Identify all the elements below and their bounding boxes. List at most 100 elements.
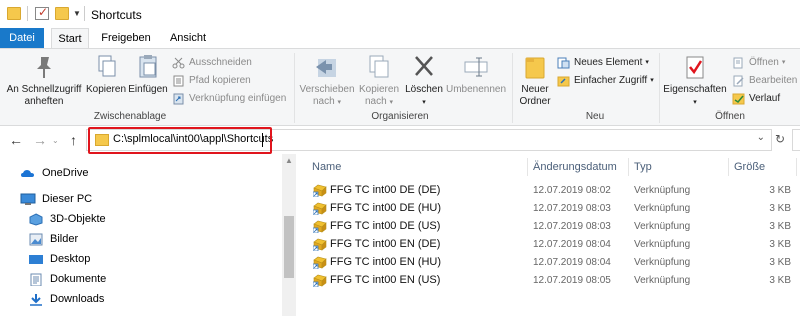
3d-objects-icon [28,212,44,226]
new-item-button[interactable]: Neues Element ▾ [557,55,649,70]
nav-item-desktop[interactable]: Desktop [28,250,90,268]
file-type: Verknüpfung [634,221,691,232]
divider[interactable] [728,158,729,176]
table-row[interactable]: FFG TC int00 DE (HU) 12.07.2019 08:03 Verk… [296,200,800,217]
search-input[interactable] [792,129,800,151]
move-to-button[interactable]: Verschieben nach ▾ [298,53,356,109]
table-row[interactable]: FFG TC int00 EN (US) 12.07.2019 08:05 Verk… [296,272,800,289]
file-list: Name Änderungsdatum Typ Größe FFG TC int… [296,154,800,316]
column-header-date[interactable]: Änderungsdatum [533,158,617,176]
tab-datei[interactable]: Datei [0,28,44,48]
table-row[interactable]: FFG TC int00 DE (US) 12.07.2019 08:03 Verk… [296,218,800,235]
file-date: 12.07.2019 08:02 [533,185,611,196]
table-row[interactable]: FFG TC int00 EN (DE) 12.07.2019 08:04 Verk… [296,236,800,253]
file-name[interactable]: FFG TC int00 EN (US) [330,272,440,289]
nav-item-downloads[interactable]: Downloads [28,290,104,308]
scissors-icon [172,57,185,69]
edit-button[interactable]: Bearbeiten [732,73,797,88]
file-name[interactable]: FFG TC int00 EN (DE) [330,236,440,253]
column-header-size[interactable]: Größe [734,158,765,176]
divider[interactable] [628,158,629,176]
tab-freigeben[interactable]: Freigeben [96,28,156,48]
navigation-pane: OneDrive Dieser PC 3D-Objekte Bilder Des… [0,154,296,316]
divider[interactable] [527,158,528,176]
pin-quick-access-button[interactable]: An Schnellzugriff anheften [4,53,84,108]
paste-shortcut-button[interactable]: Verknüpfung einfügen [172,91,286,106]
rename-button[interactable]: Umbenennen [445,53,507,96]
new-folder-label: Neuer Ordner [519,84,551,107]
file-name[interactable]: FFG TC int00 DE (DE) [330,182,440,199]
file-name[interactable]: FFG TC int00 EN (HU) [330,254,441,271]
nav-item-label: Dieser PC [42,193,93,205]
history-button[interactable]: Verlauf [732,91,780,106]
new-item-label: Neues Element [574,57,643,68]
copy-path-button[interactable]: Pfad kopieren [172,73,251,88]
clipboard-group-label: Zwischenablage [93,111,167,122]
divider[interactable] [796,158,797,176]
edit-label: Bearbeiten [749,75,798,86]
file-type: Verknüpfung [634,185,691,196]
properties-button[interactable]: Eigenschaften ▾ [661,53,729,109]
window-title: Shortcuts [91,8,142,22]
delete-label: Löschen [405,84,443,95]
table-row[interactable]: FFG TC int00 EN (HU) 12.07.2019 08:04 Verk… [296,254,800,271]
file-date: 12.07.2019 08:03 [533,221,611,232]
file-type: Verknüpfung [634,257,691,268]
up-icon[interactable]: ↑ [70,132,77,148]
nav-item-dokumente[interactable]: Dokumente [28,270,106,288]
easy-access-button[interactable]: Einfacher Zugriff ▾ [557,73,654,88]
back-icon[interactable]: ← [9,132,23,148]
refresh-icon[interactable]: ↻ [775,132,785,146]
properties-check-icon[interactable] [35,5,49,20]
scroll-up-icon[interactable]: ▲ [285,156,293,165]
forward-icon[interactable]: → [33,132,47,148]
new-folder-icon[interactable] [55,7,69,20]
file-size: 3 KB [769,275,791,286]
file-size: 3 KB [769,221,791,232]
column-header-type[interactable]: Typ [634,158,652,176]
new-folder-button[interactable]: Neuer Ordner [514,53,556,108]
chevron-down-icon: ▾ [693,99,697,106]
nav-item-3d-objekte[interactable]: 3D-Objekte [28,210,106,228]
scrollbar-thumb[interactable] [284,216,294,278]
file-size: 3 KB [769,203,791,214]
history-icon [732,93,745,105]
downloads-icon [28,293,44,306]
file-type: Verknüpfung [634,239,691,250]
chevron-down-icon: ▾ [389,99,393,106]
nav-item-bilder[interactable]: Bilder [28,230,78,248]
copy-to-button[interactable]: Kopieren nach ▾ [356,53,402,109]
nav-item-dieser-pc[interactable]: Dieser PC [20,190,92,208]
nav-item-label: Bilder [50,233,79,245]
open-label: Öffnen [749,57,779,68]
copy-button[interactable]: Kopieren [85,53,127,96]
table-row[interactable]: FFG TC int00 DE (DE) 12.07.2019 08:02 Verk… [296,182,800,199]
quick-access-dropdown-icon[interactable]: ▼ [73,9,81,18]
paste-button[interactable]: Einfügen [127,53,169,96]
documents-icon [28,273,44,286]
nav-item-label: Desktop [50,253,91,265]
file-size: 3 KB [769,239,791,250]
easy-access-icon [557,75,570,87]
chevron-down-icon: ▾ [650,77,654,84]
file-type: Verknüpfung [634,203,691,214]
delete-button[interactable]: Löschen ▾ [403,53,445,109]
file-date: 12.07.2019 08:03 [533,203,611,214]
chevron-down-icon[interactable]: ⌄ [757,132,765,143]
desktop-icon [28,253,44,266]
file-name[interactable]: FFG TC int00 DE (US) [330,218,440,235]
cut-button[interactable]: Ausschneiden [172,55,252,70]
nav-item-label: Dokumente [50,273,107,285]
delete-x-icon [409,53,439,81]
edit-icon [732,75,745,87]
nav-scrollbar[interactable]: ▲ [282,154,296,316]
folder-icon [7,7,21,20]
tab-ansicht[interactable]: Ansicht [164,28,212,48]
file-name[interactable]: FFG TC int00 DE (HU) [330,200,441,217]
recent-locations-icon[interactable]: ⌄ [52,136,59,145]
nav-item-onedrive[interactable]: OneDrive [20,164,88,182]
shortcut-file-icon [312,238,327,252]
open-button[interactable]: Öffnen ▾ [732,55,785,70]
column-header-name[interactable]: Name [312,158,341,176]
tab-start[interactable]: Start [51,28,89,49]
